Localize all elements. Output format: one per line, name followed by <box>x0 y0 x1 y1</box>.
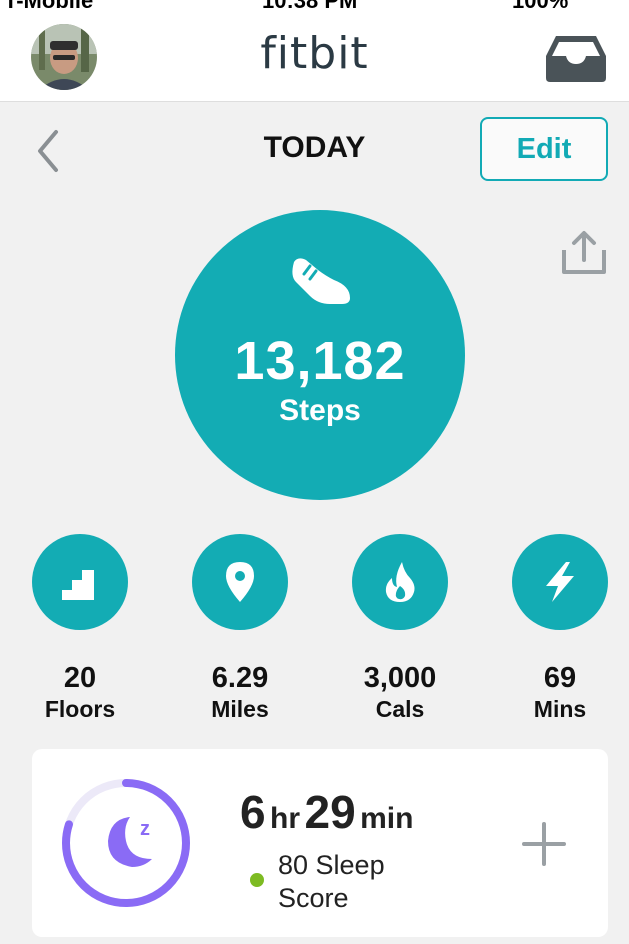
cals-label: Cals <box>375 696 425 722</box>
edit-button[interactable]: Edit <box>480 117 608 181</box>
miles-value: 6.29 <box>211 662 269 694</box>
sleep-minutes: 29 <box>304 786 356 838</box>
steps-value: 13,182 <box>234 331 406 391</box>
floors-circle <box>32 534 128 630</box>
steps-label: Steps <box>279 394 361 427</box>
miles-stat[interactable]: 6.29 Miles <box>192 534 288 722</box>
plus-icon <box>522 822 566 866</box>
mins-stat[interactable]: 69 Mins <box>512 534 608 722</box>
shoe-icon <box>292 258 350 304</box>
stairs-icon <box>62 570 94 600</box>
floors-value: 20 <box>63 662 97 694</box>
sleep-hours: 6 <box>240 786 266 838</box>
status-bar: T-Mobile 10:38 PM 100% <box>0 0 629 14</box>
sleep-duration: 6 hr 29 min <box>240 785 413 839</box>
carrier-label: T-Mobile <box>4 0 94 13</box>
battery-label: 100% <box>512 0 569 13</box>
sleep-score-dot <box>250 873 264 887</box>
add-sleep-button[interactable] <box>522 822 566 866</box>
location-pin-icon <box>226 562 254 602</box>
cals-value: 3,000 <box>363 662 437 694</box>
floors-label: Floors <box>44 696 116 722</box>
sleep-minutes-unit: min <box>360 802 414 835</box>
mins-label: Mins <box>533 696 587 722</box>
sleep-score-label: 80 Sleep Score <box>278 850 385 913</box>
moon-sleep-icon: z <box>108 817 152 867</box>
share-icon <box>562 231 606 274</box>
mins-value: 69 <box>543 662 577 694</box>
miles-circle <box>192 534 288 630</box>
sleep-progress-ring: z <box>62 779 190 907</box>
mins-circle <box>512 534 608 630</box>
cals-circle <box>352 534 448 630</box>
sleep-hours-unit: hr <box>270 802 301 835</box>
app-header: fitbit <box>0 14 629 102</box>
sleep-card[interactable]: z 6 hr 29 min 80 Sleep Score <box>32 749 608 937</box>
miles-label: Miles <box>211 696 269 722</box>
cals-stat[interactable]: 3,000 Cals <box>352 534 448 722</box>
clock-label: 10:38 PM <box>262 0 358 13</box>
fitbit-logo: fitbit <box>260 28 369 79</box>
svg-text:z: z <box>140 818 150 840</box>
share-button[interactable] <box>560 230 608 276</box>
floors-stat[interactable]: 20 Floors <box>32 534 128 722</box>
steps-summary[interactable]: 13,182 Steps <box>175 210 465 500</box>
lightning-icon <box>546 562 574 602</box>
flame-icon <box>385 562 415 602</box>
inbox-icon[interactable] <box>546 34 606 82</box>
